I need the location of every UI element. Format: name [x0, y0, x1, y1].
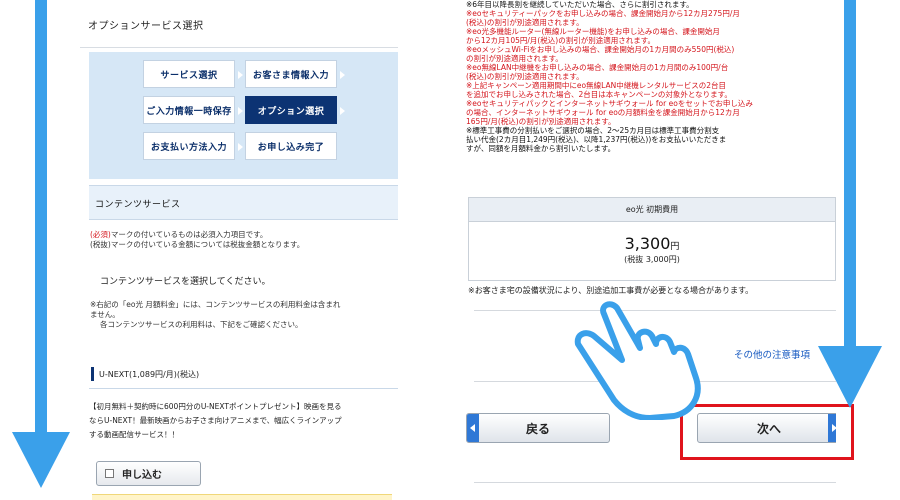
scroll-down-arrow-icon	[818, 0, 882, 408]
monthly-note-line: 各コンテンツサービスの利用料は、下記をご確認ください。	[100, 320, 303, 329]
service-header-bar	[91, 367, 94, 381]
select-message: コンテンツサービスを選択してください。	[100, 277, 271, 287]
note-line: の割引が別途適用されます。	[466, 54, 563, 63]
back-label: 戻る	[525, 421, 550, 436]
chevron-left-icon	[467, 414, 479, 442]
service-desc-line: ならU-NEXT！最新映画からお子さま向けアニメまで、幅広くラインアップ	[89, 416, 342, 425]
option-service-title: オプションサービス選択	[88, 21, 204, 32]
step-payment-method[interactable]: お支払い方法入力	[143, 132, 243, 160]
note-line: (税込)の割引が別途適用されます。	[466, 72, 584, 81]
step-temp-save[interactable]: ご入力情報一時保存	[143, 96, 243, 124]
step-label: お支払い方法入力	[150, 142, 227, 153]
content-service-header: コンテンツサービス	[89, 185, 398, 220]
step-complete[interactable]: お申し込み完了	[245, 132, 337, 160]
note-line: ※eoセキュリティーパックをお申し込みの場合、課金開始月から12カ月275円/月	[466, 9, 740, 18]
tax-note: (税抜)マークの付いている金額については税抜金額となります。	[90, 240, 305, 249]
step-navigation: サービス選択 お客さま情報入力 ご入力情報一時保存 オプション選択 お支払い方法…	[89, 52, 398, 179]
required-mark: (必須)	[90, 230, 111, 239]
note-line: 払い代金(2カ月目1,249円(税込)、以降1,237円(税込))をお支払いいた…	[466, 135, 727, 144]
monthly-note-line: ません。	[90, 310, 120, 319]
note-line: ※標準工事費の分割払いをご選択の場合、2～25カ月目は標準工事費分割支	[466, 126, 720, 135]
step-arrow-icon	[238, 107, 243, 115]
step-label: オプション選択	[257, 106, 325, 117]
left-panel: オプションサービス選択 サービス選択 お客さま情報入力 ご入力情報一時保存 オプ…	[80, 0, 398, 500]
note-line: ※6年目以降長割を継続していただいた場合、さらに割引されます。	[466, 0, 694, 9]
fee-amount: 3,300	[624, 234, 671, 253]
apply-button[interactable]: 申し込む	[96, 461, 201, 486]
note-line: ※上記キャンペーン適用期間中にeo無線LAN中継機レンタルサービスの2台目	[466, 81, 726, 90]
step-arrow-icon	[238, 143, 243, 151]
step-label: ご入力情報一時保存	[146, 106, 232, 117]
service-title: U-NEXT(1,089円/月)(税込)	[99, 370, 200, 379]
fee-unit: 円	[670, 242, 680, 252]
note-line: 165円/月(税込)の割引が別途適用されます。	[466, 117, 616, 126]
monthly-fee-note: ※右記の「eo光 月額料金」には、コンテンツサービスの利用料金は含まれ ません。…	[90, 300, 390, 330]
required-note: (必須)マークの付いているものは必須入力項目です。 (税抜)マークの付いている金…	[90, 230, 390, 250]
initial-fee-title: eo光 初期費用	[469, 198, 835, 222]
initial-fee-amount: 3,300円	[469, 234, 835, 253]
apply-label: 申し込む	[122, 470, 162, 481]
step-customer-info[interactable]: お客さま情報入力	[245, 60, 345, 88]
extra-construction-note: ※お客さま宅の設備状況により、別途追加工事費が必要となる場合があります。	[468, 286, 754, 295]
option-service-header: オプションサービス選択	[80, 0, 398, 48]
campaign-notes: ※6年目以降長割を継続していただいた場合、さらに割引されます。 ※eoセキュリテ…	[466, 0, 836, 153]
divider	[474, 482, 836, 483]
note-line: から12カ月105円/月(税込)の割引が別途適用されます。	[466, 36, 655, 45]
initial-fee-box: eo光 初期費用 3,300円 (税抜 3,000円)	[468, 197, 836, 281]
content-service-title: コンテンツサービス	[95, 200, 181, 210]
step-option-select[interactable]: オプション選択	[245, 96, 345, 124]
note-line: を追加でお申し込みされた場合、2台目は本キャンペーンの対象外となります。	[466, 90, 732, 99]
service-description: 【初月無料＋契約時に600円分のU-NEXTポイントプレゼント】映画を見る なら…	[89, 400, 389, 442]
note-line: の場合、インターネットサギウォール for eoの月額料金を課金開始月から12カ…	[466, 108, 740, 117]
step-label: サービス選択	[160, 70, 218, 81]
pointing-hand-icon	[574, 301, 701, 420]
step-arrow-icon	[340, 71, 345, 79]
monthly-note-line: ※右記の「eo光 月額料金」には、コンテンツサービスの利用料金は含まれ	[90, 300, 341, 309]
note-line: ※eo光多機能ルーター(無線ルーター機能)をお申し込みの場合、課金開始月	[466, 27, 720, 36]
step-arrow-icon	[238, 71, 243, 79]
note-line: (税込)の割引が別途適用されます。	[466, 18, 584, 27]
required-note-text: マークの付いているものは必須入力項目です。	[110, 230, 268, 239]
note-line: ※eoセキュリティパックとインターネットサギウォール for eoをセットでお申…	[466, 99, 753, 108]
step-arrow-icon	[340, 107, 345, 115]
note-line: ※eo無線LAN中継機をお申し込みの場合、課金開始月の1カ月間のみ100円/台	[466, 63, 729, 72]
note-line: すが、同額を月額料金から割引いたします。	[466, 144, 616, 153]
checkbox-icon[interactable]	[105, 469, 114, 478]
step-label: お客さま情報入力	[252, 70, 329, 81]
service-desc-line: 【初月無料＋契約時に600円分のU-NEXTポイントプレゼント】映画を見る	[89, 402, 342, 411]
note-line: ※eoメッシュWi-Fiをお申し込みの場合、課金開始月の1カ月間のみ550円(税…	[466, 45, 735, 54]
initial-fee-tax: (税抜 3,000円)	[624, 255, 680, 264]
next-service-strip	[92, 494, 392, 500]
screenshot-page: オプションサービス選択 サービス選択 お客さま情報入力 ご入力情報一時保存 オプ…	[0, 0, 900, 500]
service-header: U-NEXT(1,089円/月)(税込)	[89, 359, 398, 389]
scroll-down-arrow-icon	[12, 0, 70, 488]
service-desc-line: する動画配信サービス！！	[89, 430, 179, 439]
other-notes-link[interactable]: その他の注意事項	[734, 347, 810, 361]
step-service-select[interactable]: サービス選択	[143, 60, 243, 88]
step-label: お申し込み完了	[257, 142, 325, 153]
